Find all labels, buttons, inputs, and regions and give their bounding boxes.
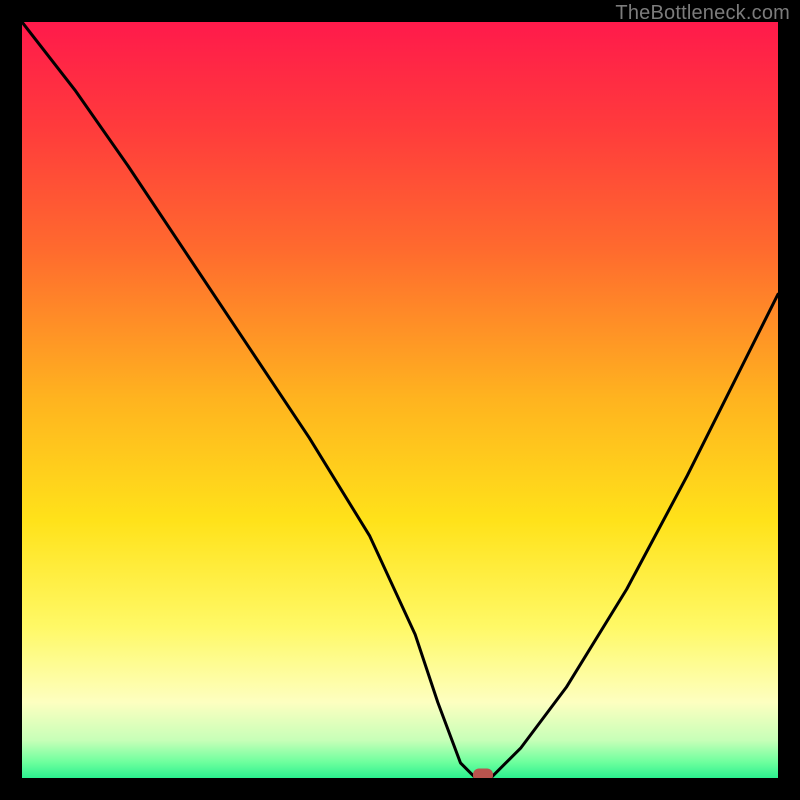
chart-frame: TheBottleneck.com [0,0,800,800]
watermark-text: TheBottleneck.com [615,2,790,25]
bottleneck-curve [22,22,778,778]
optimal-point-marker [473,768,493,778]
plot-area [22,22,778,778]
